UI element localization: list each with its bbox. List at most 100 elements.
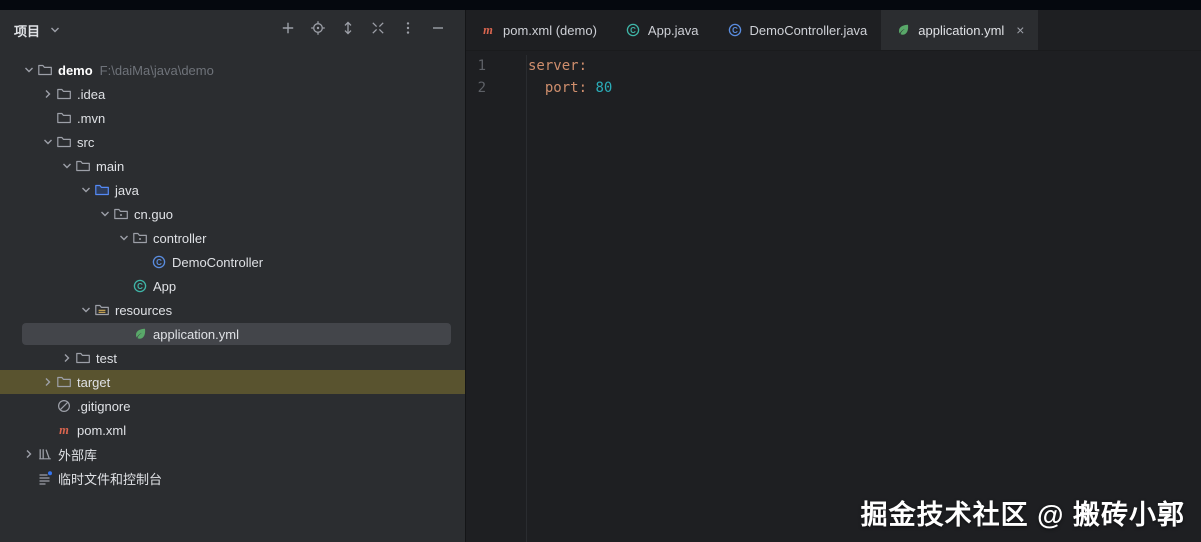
scratches-icon <box>37 470 53 486</box>
code-line: port: 80 <box>528 77 612 99</box>
folder-icon <box>75 350 91 366</box>
tree-item-外部库[interactable]: 外部库 <box>0 442 465 466</box>
tree-item-label: .idea <box>77 87 105 102</box>
collapse-all-button[interactable] <box>367 19 389 41</box>
tree-item-label: pom.xml <box>77 423 126 438</box>
chevron-right-icon[interactable] <box>39 86 56 102</box>
chevron-down-icon[interactable] <box>20 62 37 78</box>
tree-item-resources[interactable]: resources <box>0 298 465 322</box>
project-tree: demoF:\daiMa\java\demo .idea .mvn srcmain ja… <box>0 50 465 542</box>
chevron-down-icon[interactable] <box>39 134 56 150</box>
maven-icon: m <box>56 422 72 438</box>
ignored-icon <box>56 398 72 414</box>
chevron-spacer <box>39 422 56 438</box>
tree-item-cn.guo[interactable]: cn.guo <box>0 202 465 226</box>
svg-text:m: m <box>483 23 493 37</box>
editor-tab-App.java[interactable]: C App.java <box>611 10 713 50</box>
chevron-spacer <box>39 398 56 414</box>
locate-opened-file-button[interactable] <box>307 19 329 41</box>
editor-tab-DemoController.java[interactable]: CDemoController.java <box>713 10 882 50</box>
chevron-spacer <box>39 110 56 126</box>
folder-icon <box>56 134 72 150</box>
ide-window: 项目 demoF:\daiMa\java\demo .idea .mvn srcmai… <box>0 10 1201 542</box>
tree-item-test[interactable]: test <box>0 346 465 370</box>
chevron-down-icon[interactable] <box>96 206 113 222</box>
tree-item-label: DemoController <box>172 255 263 270</box>
token-key: port: <box>528 80 587 96</box>
chevron-spacer <box>134 254 151 270</box>
class-teal-icon: C <box>625 22 641 38</box>
tree-item-label: 临时文件和控制台 <box>58 469 162 488</box>
tree-item-label: .mvn <box>77 111 105 126</box>
tree-item-label: main <box>96 159 124 174</box>
tree-item-临时文件和控制台[interactable]: 临时文件和控制台 <box>0 466 465 490</box>
project-panel-header: 项目 <box>0 10 465 50</box>
chevron-down-icon[interactable] <box>77 182 94 198</box>
tree-item-DemoController[interactable]: CDemoController <box>0 250 465 274</box>
add-icon <box>280 20 296 41</box>
watermark-text: 掘金技术社区 @ 搬砖小郭 <box>861 493 1185 532</box>
add-button[interactable] <box>277 19 299 41</box>
svg-text:C: C <box>630 26 636 35</box>
tree-item-main[interactable]: main <box>0 154 465 178</box>
editor-body[interactable]: 12 server: port: 80 <box>466 51 1201 542</box>
expand-all-button[interactable] <box>337 19 359 41</box>
editor-tab-application.yml[interactable]: application.yml× <box>881 10 1038 50</box>
folder-source-icon <box>94 182 110 198</box>
tree-item-target[interactable]: target <box>0 370 465 394</box>
yaml-icon <box>132 326 148 342</box>
tree-item-label: resources <box>115 303 172 318</box>
tree-item-label: controller <box>153 231 206 246</box>
chevron-right-icon[interactable] <box>58 350 75 366</box>
folder-icon <box>75 158 91 174</box>
tree-item-controller[interactable]: controller <box>0 226 465 250</box>
tree-item-.idea[interactable]: .idea <box>0 82 465 106</box>
chevron-down-icon[interactable] <box>77 302 94 318</box>
folder-icon <box>56 110 72 126</box>
tree-item-label: target <box>77 375 110 390</box>
tree-item-src[interactable]: src <box>0 130 465 154</box>
chevron-down-icon[interactable] <box>58 158 75 174</box>
chevron-right-icon[interactable] <box>39 374 56 390</box>
code-line: server: <box>528 55 612 77</box>
tab-close-icon[interactable]: × <box>1016 23 1024 37</box>
code-content[interactable]: server: port: 80 <box>527 55 612 542</box>
line-number: 1 <box>466 55 486 77</box>
tree-item-label: .gitignore <box>77 399 130 414</box>
editor-tab-bar: mpom.xml (demo) C App.java CDemoController.… <box>466 10 1201 51</box>
project-panel-toolbar <box>277 19 457 41</box>
project-panel-title: 项目 <box>14 21 40 40</box>
tree-item-App[interactable]: CApp <box>0 274 465 298</box>
tree-item-label: cn.guo <box>134 207 173 222</box>
tree-item-label: java <box>115 183 139 198</box>
maven-icon: m <box>480 22 496 38</box>
tree-item-java[interactable]: java <box>0 178 465 202</box>
tree-item-label: demo <box>58 63 93 78</box>
class-teal-icon: C <box>132 278 148 294</box>
tree-item-label: test <box>96 351 117 366</box>
more-options-button[interactable] <box>397 19 419 41</box>
window-title-strip <box>0 0 1201 10</box>
class-blue-icon: C <box>727 22 743 38</box>
tree-item-label: application.yml <box>153 327 239 342</box>
hide-panel-button[interactable] <box>427 19 449 41</box>
tree-item-label: 外部库 <box>58 445 97 464</box>
tree-item-.gitignore[interactable]: .gitignore <box>0 394 465 418</box>
token-number: 80 <box>595 80 612 96</box>
editor-tab-pom.xml-demo-[interactable]: mpom.xml (demo) <box>466 10 611 50</box>
chevron-right-icon[interactable] <box>20 446 37 462</box>
tree-item-application.yml[interactable]: application.yml <box>0 322 465 346</box>
editor-area: mpom.xml (demo) C App.java CDemoController.… <box>466 10 1201 542</box>
tree-item-pom.xml[interactable]: m pom.xml <box>0 418 465 442</box>
folder-icon <box>56 374 72 390</box>
token-key: server: <box>528 58 587 74</box>
folder-resources-icon <box>94 302 110 318</box>
tab-label: App.java <box>648 23 699 38</box>
project-tool-window: 项目 demoF:\daiMa\java\demo .idea .mvn srcmai… <box>0 10 466 542</box>
chevron-down-icon <box>46 22 63 38</box>
tree-item-demo[interactable]: demoF:\daiMa\java\demo <box>0 58 465 82</box>
tree-item-.mvn[interactable]: .mvn <box>0 106 465 130</box>
chevron-down-icon[interactable] <box>115 230 132 246</box>
project-view-selector[interactable]: 项目 <box>14 21 63 40</box>
tree-item-label: src <box>77 135 94 150</box>
